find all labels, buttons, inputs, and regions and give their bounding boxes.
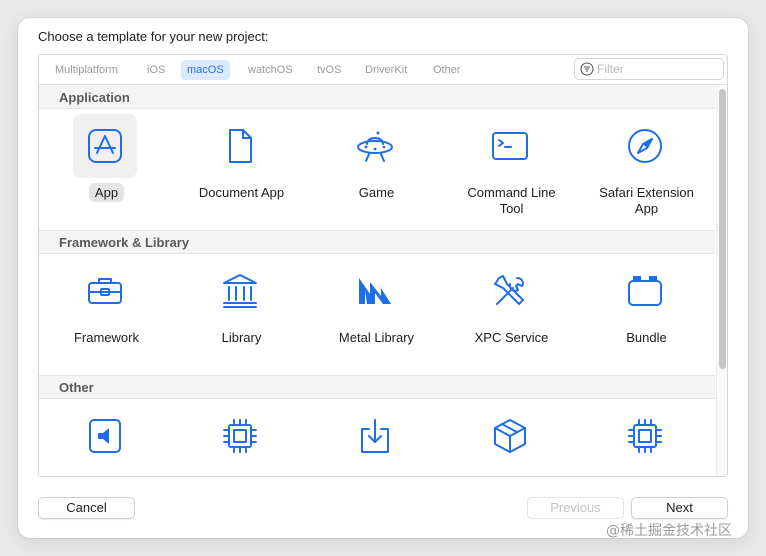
game-ufo-icon	[357, 131, 393, 162]
filter-icon	[580, 62, 594, 76]
template-game[interactable]: Game	[309, 109, 444, 229]
section-title: Framework & Library	[59, 235, 190, 250]
audio-unit-icon	[89, 419, 121, 453]
template-label: Game	[358, 185, 395, 200]
template-safari-extension-app[interactable]: Safari Extension App	[579, 109, 714, 229]
scrollbar-thumb[interactable]	[719, 89, 726, 369]
terminal-icon	[492, 132, 528, 160]
template-label: Bundle	[626, 330, 667, 345]
compass-icon	[628, 129, 662, 163]
template-chip[interactable]	[174, 399, 309, 476]
vertical-scrollbar[interactable]	[716, 86, 727, 476]
template-label: App	[88, 183, 125, 202]
new-project-dialog: Choose a template for your new project: …	[18, 18, 748, 538]
template-label: Metal Library	[338, 330, 415, 345]
section-header-other: Other	[39, 375, 715, 399]
template-installer[interactable]	[309, 399, 444, 476]
document-icon	[229, 129, 252, 163]
template-label: Command Line Tool	[467, 185, 556, 216]
template-label: Library	[221, 330, 262, 345]
chip-icon	[223, 419, 257, 453]
metal-icon	[359, 278, 391, 304]
template-chip[interactable]	[579, 399, 714, 476]
section-grid-application: App Document App Game Command Line Tool …	[39, 109, 715, 231]
tab-ios[interactable]: iOS	[141, 60, 171, 80]
tab-tvos[interactable]: tvOS	[311, 60, 347, 80]
bundle-icon	[628, 276, 662, 306]
template-label: Document App	[198, 185, 285, 200]
cancel-button[interactable]: Cancel	[38, 497, 135, 519]
section-header-application: Application	[39, 86, 715, 109]
section-grid-framework-library: Framework Library Metal Library XPC Serv…	[39, 254, 715, 374]
tab-driverkit[interactable]: DriverKit	[359, 60, 413, 80]
template-framework[interactable]: Framework	[39, 254, 174, 372]
package-box-icon	[494, 419, 526, 453]
section-grid-other	[39, 399, 715, 476]
template-library[interactable]: Library	[174, 254, 309, 372]
template-list[interactable]: Application App Document App Game Comman…	[39, 86, 715, 476]
template-label: Safari Extension App	[599, 185, 694, 216]
tab-other[interactable]: Other	[427, 60, 467, 80]
platform-tab-bar: Multiplatform iOS macOS watchOS tvOS Dri…	[39, 55, 727, 85]
section-title: Application	[59, 90, 130, 105]
app-store-icon	[88, 129, 122, 163]
template-audio-unit[interactable]	[39, 399, 174, 476]
section-header-framework-library: Framework & Library	[39, 230, 715, 254]
next-button[interactable]: Next	[631, 497, 728, 519]
library-columns-icon	[223, 274, 257, 308]
filter-field[interactable]: Filter	[574, 58, 724, 80]
installer-icon	[361, 419, 389, 453]
template-panel: Multiplatform iOS macOS watchOS tvOS Dri…	[38, 54, 728, 477]
toolbox-icon	[88, 278, 122, 304]
previous-button[interactable]: Previous	[527, 497, 624, 519]
template-package[interactable]	[444, 399, 579, 476]
template-document-app[interactable]: Document App	[174, 109, 309, 229]
tab-macos[interactable]: macOS	[181, 60, 230, 80]
dialog-prompt: Choose a template for your new project:	[38, 29, 269, 44]
template-bundle[interactable]: Bundle	[579, 254, 714, 372]
filter-input[interactable]: Filter	[597, 59, 624, 79]
section-title: Other	[59, 380, 94, 395]
template-xpc-service[interactable]: XPC Service	[444, 254, 579, 372]
tab-watchos[interactable]: watchOS	[242, 60, 299, 80]
tab-multiplatform[interactable]: Multiplatform	[49, 60, 124, 80]
template-label: Framework	[73, 330, 139, 345]
tools-icon	[494, 275, 524, 305]
template-app[interactable]: App	[39, 109, 174, 229]
template-command-line-tool[interactable]: Command Line Tool	[444, 109, 579, 229]
template-label: XPC Service	[474, 330, 549, 345]
template-metal-library[interactable]: Metal Library	[309, 254, 444, 372]
watermark: @稀土掘金技术社区	[606, 523, 732, 539]
chip-icon	[628, 419, 662, 453]
